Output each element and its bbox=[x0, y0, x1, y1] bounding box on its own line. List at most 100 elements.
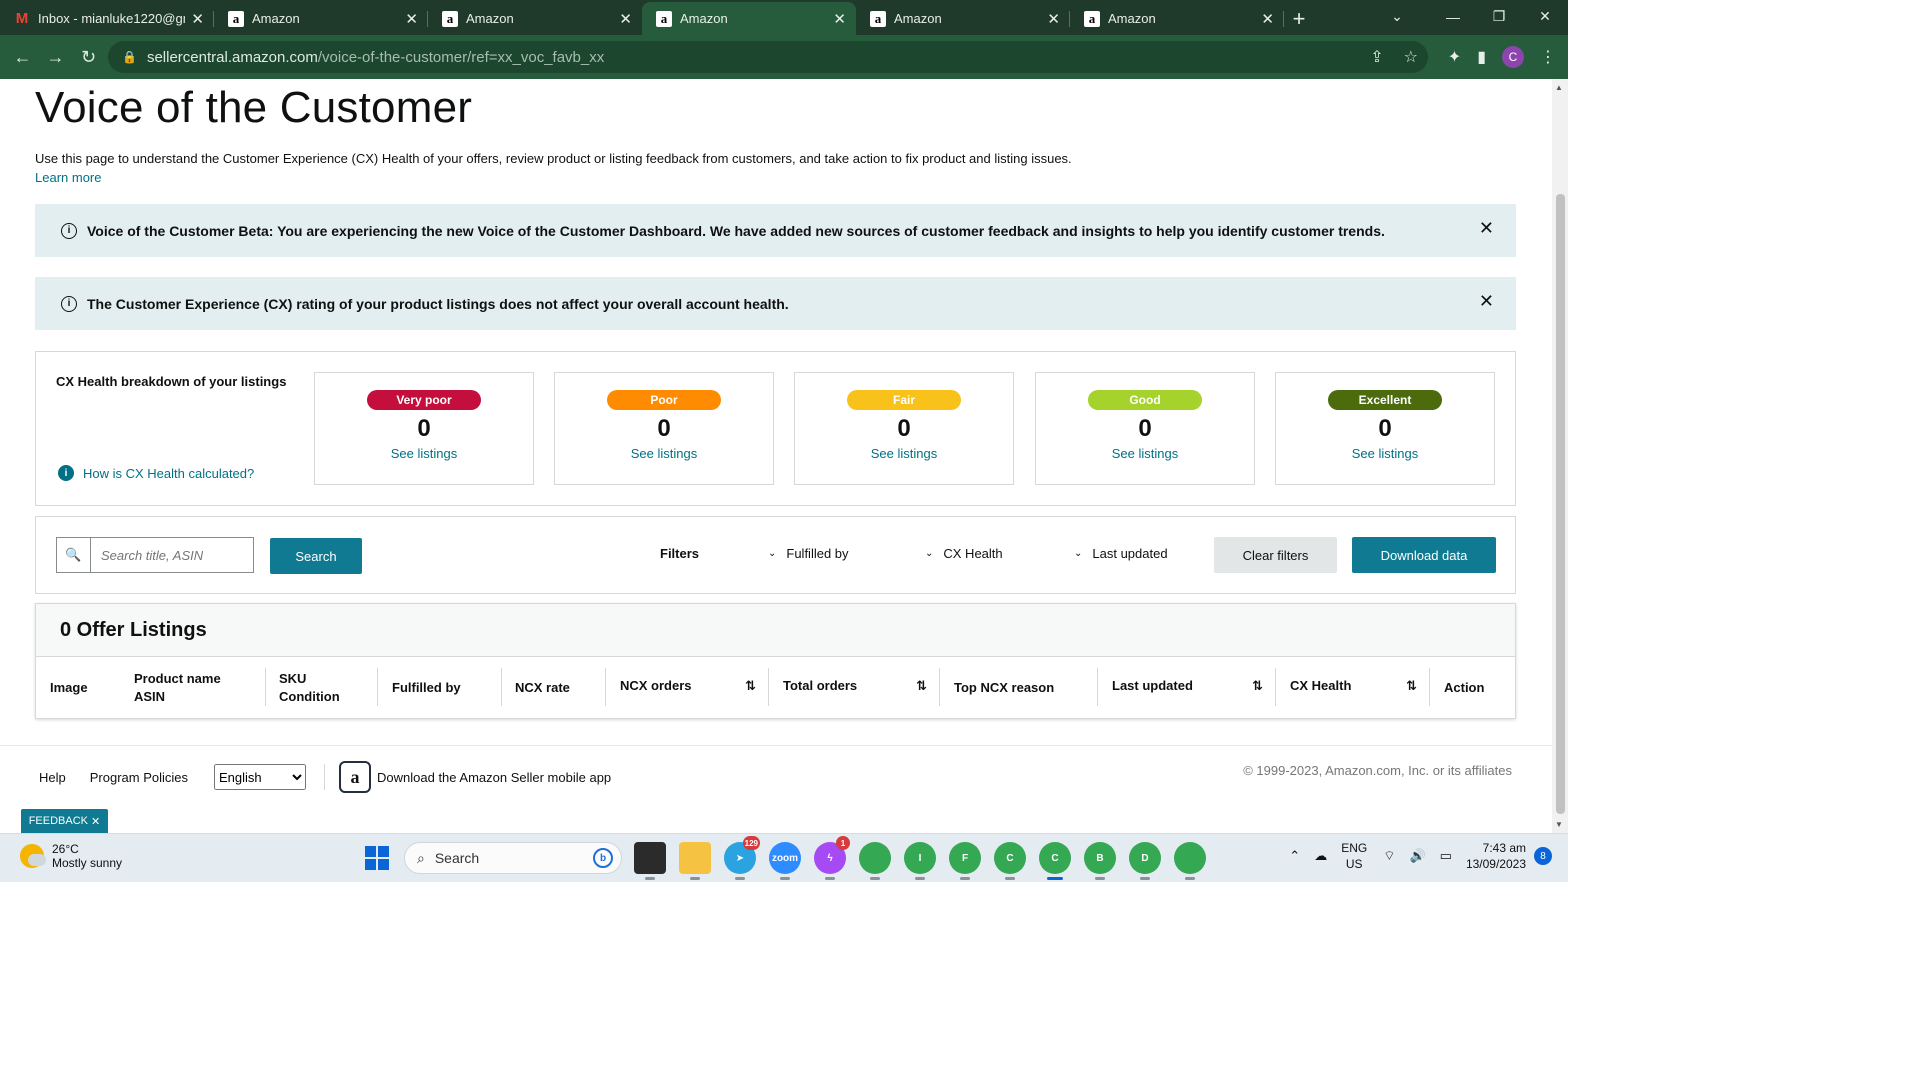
notification-badge[interactable]: 8 bbox=[1534, 847, 1552, 865]
learn-more-link[interactable]: Learn more bbox=[35, 170, 101, 185]
cx-health-filter-label: CX Health bbox=[943, 546, 1003, 561]
forward-icon[interactable]: → bbox=[39, 47, 72, 68]
offer-listings-heading: 0 Offer Listings bbox=[36, 604, 1515, 657]
language-indicator[interactable]: ENG US bbox=[1341, 840, 1367, 872]
extensions-icon[interactable]: ✦ bbox=[1448, 47, 1461, 67]
back-icon[interactable]: ← bbox=[6, 47, 39, 68]
clock[interactable]: 7:43 am 13/09/2023 bbox=[1466, 840, 1526, 872]
close-tab-icon[interactable]: ✕ bbox=[405, 10, 418, 28]
volume-icon[interactable]: 🔊 bbox=[1409, 848, 1425, 864]
close-window-icon[interactable]: ✕ bbox=[1522, 0, 1568, 33]
scroll-down-icon[interactable]: ▼ bbox=[1555, 820, 1563, 829]
clear-filters-button[interactable]: Clear filters bbox=[1214, 537, 1337, 573]
chrome-profile-i-icon[interactable]: I bbox=[904, 842, 936, 880]
tab-amazon-active[interactable]: a Amazon ✕ bbox=[642, 2, 856, 35]
fulfilled-by-dropdown[interactable]: ⌄ Fulfilled by bbox=[768, 546, 849, 561]
bookmark-star-icon[interactable]: ☆ bbox=[1404, 47, 1418, 67]
language-select[interactable]: English bbox=[214, 764, 307, 790]
minimize-icon[interactable]: — bbox=[1430, 0, 1476, 33]
share-icon[interactable]: ⇪ bbox=[1370, 47, 1383, 67]
col-total-orders[interactable]: Total orders bbox=[783, 677, 857, 695]
close-tab-icon[interactable]: ✕ bbox=[619, 10, 632, 28]
close-tab-icon[interactable]: ✕ bbox=[1261, 10, 1274, 28]
scroll-up-icon[interactable]: ▲ bbox=[1555, 83, 1563, 92]
see-listings-link[interactable]: See listings bbox=[1036, 446, 1254, 461]
close-tab-icon[interactable]: ✕ bbox=[1047, 10, 1060, 28]
col-ncx-orders[interactable]: NCX orders bbox=[620, 677, 692, 695]
chrome-profile-f-icon[interactable]: F bbox=[949, 842, 981, 880]
last-updated-dropdown[interactable]: ⌄ Last updated bbox=[1074, 546, 1168, 561]
onedrive-icon[interactable]: ☁ bbox=[1314, 848, 1327, 864]
tab-title: Amazon bbox=[466, 11, 514, 26]
chevron-up-icon[interactable]: ⌃ bbox=[1289, 848, 1300, 864]
sort-icon[interactable]: ⇅ bbox=[916, 678, 927, 694]
taskbar-search[interactable]: ⌕ Search b bbox=[404, 842, 622, 874]
weather-widget[interactable]: 26°C Mostly sunny bbox=[20, 842, 122, 870]
cx-health-dropdown[interactable]: ⌄ CX Health bbox=[925, 546, 1003, 561]
download-app-link[interactable]: Download the Amazon Seller mobile app bbox=[377, 770, 611, 785]
bing-icon[interactable]: b bbox=[593, 848, 613, 868]
see-listings-link[interactable]: See listings bbox=[1276, 446, 1494, 461]
chrome-profile-c-icon[interactable]: C bbox=[994, 842, 1026, 880]
page-scrollbar[interactable]: ▲ ▼ bbox=[1552, 79, 1568, 833]
download-data-button[interactable]: Download data bbox=[1352, 537, 1496, 573]
tab-amazon[interactable]: a Amazon ✕ bbox=[214, 2, 428, 35]
amazon-seller-app-icon[interactable]: a bbox=[339, 761, 372, 793]
reload-icon[interactable]: ↻ bbox=[72, 47, 105, 68]
col-ncx-rate: NCX rate bbox=[515, 680, 570, 695]
telegram-icon[interactable]: ➤ 129 bbox=[724, 836, 760, 880]
terminal-icon[interactable] bbox=[634, 842, 666, 880]
battery-icon[interactable]: ▭ bbox=[1440, 848, 1452, 864]
cx-health-calculation-text[interactable]: How is CX Health calculated? bbox=[83, 466, 254, 481]
messenger-icon[interactable]: ϟ1 bbox=[814, 836, 850, 880]
chrome-profile-d-icon[interactable]: D bbox=[1129, 842, 1161, 880]
status-badge: Very poor bbox=[367, 390, 481, 410]
side-panel-icon[interactable]: ▮ bbox=[1477, 47, 1486, 67]
sort-icon[interactable]: ⇅ bbox=[1252, 678, 1263, 694]
close-tab-icon[interactable]: ✕ bbox=[191, 10, 204, 28]
scrollbar-thumb[interactable] bbox=[1556, 194, 1565, 814]
zoom-icon[interactable]: zoom bbox=[769, 842, 801, 880]
close-icon[interactable]: ✕ bbox=[1479, 218, 1494, 239]
cx-health-calculation-link[interactable]: i How is CX Health calculated? bbox=[58, 465, 254, 481]
wifi-icon[interactable]: ⌔ bbox=[1383, 848, 1395, 864]
sort-icon[interactable]: ⇅ bbox=[1406, 678, 1417, 694]
tab-gmail[interactable]: M Inbox - mianluke1220@gm ✕ bbox=[0, 2, 214, 35]
search-button[interactable]: Search bbox=[270, 538, 362, 574]
chrome-profile-r-icon[interactable] bbox=[1174, 842, 1206, 880]
col-cx-health[interactable]: CX Health bbox=[1290, 677, 1351, 695]
url-path: /voice-of-the-customer/ref=xx_voc_favb_x… bbox=[317, 48, 605, 66]
file-explorer-icon[interactable] bbox=[679, 842, 711, 880]
program-policies-link[interactable]: Program Policies bbox=[90, 770, 188, 785]
profile-avatar[interactable]: C bbox=[1502, 46, 1524, 68]
see-listings-link[interactable]: See listings bbox=[555, 446, 773, 461]
chrome-profile-c-active-icon[interactable]: C bbox=[1039, 842, 1071, 880]
close-tab-icon[interactable]: ✕ bbox=[833, 10, 846, 28]
telegram-badge: 129 bbox=[742, 836, 760, 850]
windows-start-icon[interactable] bbox=[365, 846, 389, 870]
feedback-button[interactable]: FEEDBACK ✕ bbox=[21, 809, 108, 833]
chrome-profile-b-icon[interactable]: B bbox=[1084, 842, 1116, 880]
tab-amazon[interactable]: a Amazon ✕ bbox=[1070, 2, 1284, 35]
amazon-icon: a bbox=[228, 10, 244, 27]
sort-icon[interactable]: ⇅ bbox=[745, 678, 756, 694]
feedback-label[interactable]: FEEDBACK bbox=[29, 815, 88, 827]
address-bar[interactable]: 🔒 sellercentral.amazon.com/voice-of-the-… bbox=[108, 41, 1428, 73]
menu-kebab-icon[interactable]: ⋮ bbox=[1540, 47, 1556, 67]
col-last-updated[interactable]: Last updated bbox=[1112, 677, 1193, 695]
see-listings-link[interactable]: See listings bbox=[795, 446, 1013, 461]
lang-bottom: US bbox=[1345, 857, 1363, 871]
chrome-icon[interactable] bbox=[859, 842, 891, 880]
help-link[interactable]: Help bbox=[39, 770, 66, 785]
see-listings-link[interactable]: See listings bbox=[315, 446, 533, 461]
maximize-icon[interactable]: ❐ bbox=[1476, 0, 1522, 33]
col-product-name-label: Product name bbox=[134, 671, 221, 686]
tab-amazon[interactable]: a Amazon ✕ bbox=[856, 2, 1070, 35]
listing-count: 0 bbox=[657, 415, 671, 442]
tab-search-chevron-icon[interactable]: ⌄ bbox=[1374, 0, 1420, 33]
close-icon[interactable]: ✕ bbox=[1479, 291, 1494, 312]
lock-icon[interactable]: 🔒 bbox=[122, 50, 137, 64]
tab-amazon[interactable]: a Amazon ✕ bbox=[428, 2, 642, 35]
search-input[interactable] bbox=[91, 538, 251, 572]
new-tab-button[interactable]: + bbox=[1284, 2, 1314, 35]
